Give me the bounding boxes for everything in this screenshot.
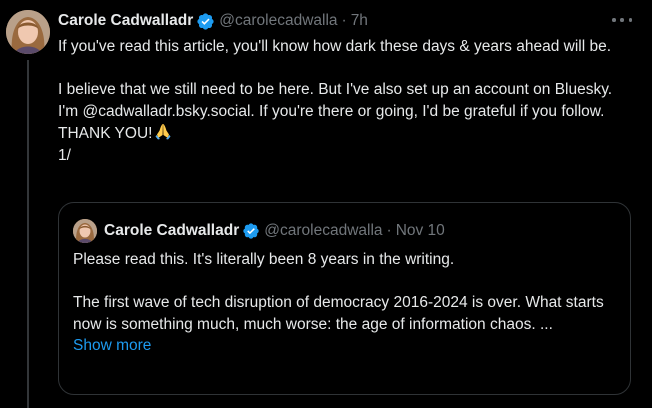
tweet-paragraph-2: I believe that we still need to be here.…	[58, 79, 628, 145]
quoted-tweet-text: Please read this. It's literally been 8 …	[73, 249, 618, 357]
quoted-tweet-card[interactable]: Carole Cadwalladr @carolecadwalla · Nov …	[58, 202, 631, 395]
tweet-paragraph-2-text: I believe that we still need to be here.…	[58, 81, 613, 142]
folded-hands-icon	[154, 122, 172, 140]
separator-dot: ·	[341, 12, 347, 29]
tweet[interactable]: Carole Cadwalladr @carolecadwalla · 7h I…	[0, 0, 652, 408]
tweet-paragraph-3: 1/	[58, 146, 71, 164]
avatar-image	[6, 10, 50, 54]
avatar[interactable]	[6, 10, 50, 54]
timestamp[interactable]: 7h	[351, 11, 368, 31]
tweet-text: If you've read this article, you'll know…	[58, 36, 628, 166]
separator-dot: ·	[386, 222, 392, 239]
verified-badge-icon	[196, 12, 215, 31]
verified-badge-icon	[242, 222, 260, 240]
show-more-link[interactable]: Show more	[73, 335, 618, 357]
author-name[interactable]: Carole Cadwalladr	[58, 11, 193, 31]
quoted-author-name: Carole Cadwalladr	[104, 222, 240, 239]
author-handle[interactable]: @carolecadwalla	[219, 11, 337, 31]
quoted-paragraph-2: The first wave of tech disruption of dem…	[73, 294, 604, 333]
quoted-timestamp: Nov 10	[395, 222, 445, 239]
quoted-avatar[interactable]	[73, 219, 97, 243]
quoted-tweet-header: Carole Cadwalladr @carolecadwalla · Nov …	[104, 220, 445, 242]
quoted-author-handle: @carolecadwalla	[264, 222, 383, 239]
tweet-paragraph-1: If you've read this article, you'll know…	[58, 38, 612, 55]
quoted-paragraph-1: Please read this. It's literally been 8 …	[73, 251, 455, 268]
tweet-header: Carole Cadwalladr @carolecadwalla · 7h	[58, 10, 368, 32]
thread-line	[27, 60, 29, 408]
more-options-icon[interactable]	[612, 12, 632, 28]
quoted-avatar-image	[73, 219, 97, 243]
